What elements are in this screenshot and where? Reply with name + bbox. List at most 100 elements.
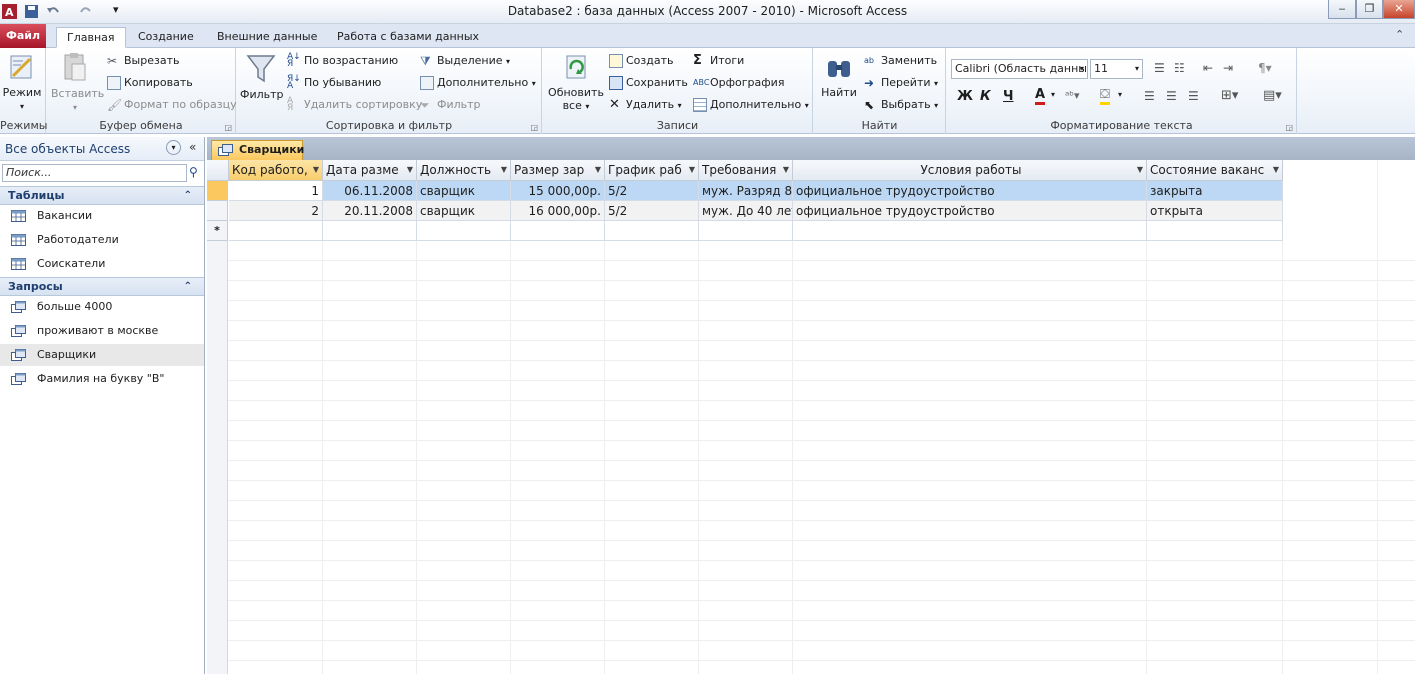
chevron-down-icon[interactable]: ▼ [407,160,413,180]
nav-header[interactable]: Все объекты Access ▾ « [0,137,204,161]
nav-item-query-more-4000[interactable]: больше 4000 [0,296,204,318]
selection-button[interactable]: ⧩ Выделение ▾ [420,54,510,69]
nav-section-queries[interactable]: Запросы ⌃ [0,277,204,296]
maximize-button[interactable]: ❐ [1356,0,1383,19]
numbering-icon[interactable]: ☷ [1174,61,1185,75]
minimize-button[interactable]: ‒ [1328,0,1356,19]
table-cell[interactable]: 20.11.2008 [323,201,417,221]
nav-item-query-surname-v[interactable]: Фамилия на букву "В" [0,368,204,390]
totals-button[interactable]: Σ Итоги [693,54,744,68]
nav-item-employers[interactable]: Работодатели [0,229,204,251]
table-cell[interactable] [605,221,699,241]
goto-button[interactable]: ➜ Перейти ▾ [864,76,938,91]
increase-indent-icon[interactable]: ⇥ [1223,61,1233,75]
column-header-date[interactable]: Дата разме ▼ [323,160,417,181]
more-records-button[interactable]: Дополнительно ▾ [693,98,809,113]
column-header-schedule[interactable]: График раб ▼ [605,160,699,181]
refresh-all-button[interactable]: Обновить все ▾ [546,53,606,113]
nav-item-query-welders[interactable]: Сварщики [0,344,204,366]
view-button[interactable]: Режим ▾ [2,53,42,113]
record-selector[interactable] [207,181,228,201]
filter-button[interactable]: Фильтр [240,53,284,101]
chevron-down-icon[interactable]: ▾ [1118,90,1122,99]
font-color-button[interactable]: A [1035,88,1046,105]
bullets-icon[interactable]: ☰ [1154,61,1165,75]
tab-create[interactable]: Создание [128,27,204,48]
column-header-status[interactable]: Состояние ваканс ▼ [1147,160,1283,181]
tab-file[interactable]: Файл [0,24,46,48]
table-cell[interactable] [511,221,605,241]
paste-button[interactable]: Вставить ▾ [51,52,104,114]
column-header-conditions[interactable]: Условия работы ▼ [793,160,1147,181]
table-cell[interactable] [229,221,323,241]
table-cell[interactable]: сварщик [417,181,511,201]
table-cell[interactable]: 1 [229,181,323,201]
table-cell[interactable]: закрыта [1147,181,1283,201]
chevron-down-icon[interactable]: ▼ [689,160,695,180]
chevron-down-icon[interactable]: ▼ [1137,160,1143,180]
replace-button[interactable]: ab Заменить [864,54,937,68]
chevron-down-icon[interactable]: ▼ [313,160,319,180]
table-cell[interactable] [417,221,511,241]
alternate-row-color-icon[interactable]: ▤▾ [1263,88,1282,103]
nav-section-tables[interactable]: Таблицы ⌃ [0,186,204,205]
table-cell[interactable]: 16 000,00р. [511,201,605,221]
table-cell[interactable]: муж. До 40 лет [699,201,793,221]
align-left-icon[interactable]: ☰ [1144,89,1155,103]
tab-home[interactable]: Главная [56,27,126,48]
dialog-launcher-icon[interactable]: ◲ [530,123,538,132]
table-cell[interactable]: 2 [229,201,323,221]
table-cell[interactable]: открыта [1147,201,1283,221]
search-icon[interactable]: ⚲ [189,165,198,179]
nav-item-query-moscow[interactable]: проживают в москве [0,320,204,342]
select-button[interactable]: ⬉ Выбрать ▾ [864,98,938,113]
table-cell[interactable] [1147,221,1283,241]
dialog-launcher-icon[interactable]: ◲ [1285,123,1293,132]
save-record-button[interactable]: Сохранить [609,76,688,90]
spelling-button[interactable]: ABCОрфография [693,76,784,90]
column-header-requirements[interactable]: Требования ▼ [699,160,793,181]
column-header-salary[interactable]: Размер зар ▼ [511,160,605,181]
record-selector[interactable] [207,201,228,221]
select-all-corner[interactable] [207,160,229,181]
new-record-button[interactable]: Создать [609,54,674,68]
document-tab-welders[interactable]: Сварщики [211,140,304,160]
new-record-marker[interactable]: * [207,221,228,241]
table-cell[interactable]: сварщик [417,201,511,221]
dialog-launcher-icon[interactable]: ◲ [224,123,232,132]
nav-search-input[interactable]: Поиск... [2,164,187,182]
chevron-down-icon[interactable]: ▼ [501,160,507,180]
underline-button[interactable]: Ч [1003,89,1014,104]
table-cell[interactable]: муж. Разряд 8 [699,181,793,201]
font-size-combo[interactable]: 11 ▾ [1090,59,1143,79]
chevron-down-icon[interactable]: ▼ [1273,160,1279,180]
gridlines-icon[interactable]: ⊞▾ [1221,88,1238,103]
collapse-section-icon[interactable]: ⌃ [184,278,192,295]
background-color-icon[interactable]: ᵃᵇ▾ [1065,89,1080,102]
fill-color-icon[interactable]: ⛋ [1100,88,1110,105]
cut-button[interactable]: ✂ Вырезать [107,54,179,68]
delete-record-button[interactable]: ✕ Удалить ▾ [609,98,682,113]
table-cell[interactable]: 15 000,00р. [511,181,605,201]
collapse-pane-icon[interactable]: « [189,140,196,154]
align-center-icon[interactable]: ☰ [1166,89,1177,103]
remove-sort-button[interactable]: А Я Удалить сортировку [287,97,422,113]
nav-item-applicants[interactable]: Соискатели [0,253,204,275]
nav-menu-icon[interactable]: ▾ [166,140,181,155]
table-cell[interactable]: официальное трудоустройство [793,201,1147,221]
table-cell[interactable]: 5/2 [605,181,699,201]
nav-item-vacancies[interactable]: Вакансии [0,205,204,227]
font-name-combo[interactable]: Calibri (Область данны ▾ [951,59,1088,79]
advanced-filter-button[interactable]: Дополнительно ▾ [420,76,536,91]
table-cell[interactable]: 5/2 [605,201,699,221]
column-header-position[interactable]: Должность ▼ [417,160,511,181]
tab-external-data[interactable]: Внешние данные [207,27,327,48]
help-collapse-icon[interactable]: ⌃ [1395,28,1404,41]
chevron-down-icon[interactable]: ▼ [595,160,601,180]
copy-button[interactable]: Копировать [107,76,193,90]
table-cell[interactable] [699,221,793,241]
chevron-down-icon[interactable]: ▼ [783,160,789,180]
tab-database-tools[interactable]: Работа с базами данных [327,27,489,48]
table-cell[interactable]: 06.11.2008 [323,181,417,201]
align-right-icon[interactable]: ☰ [1188,89,1199,103]
